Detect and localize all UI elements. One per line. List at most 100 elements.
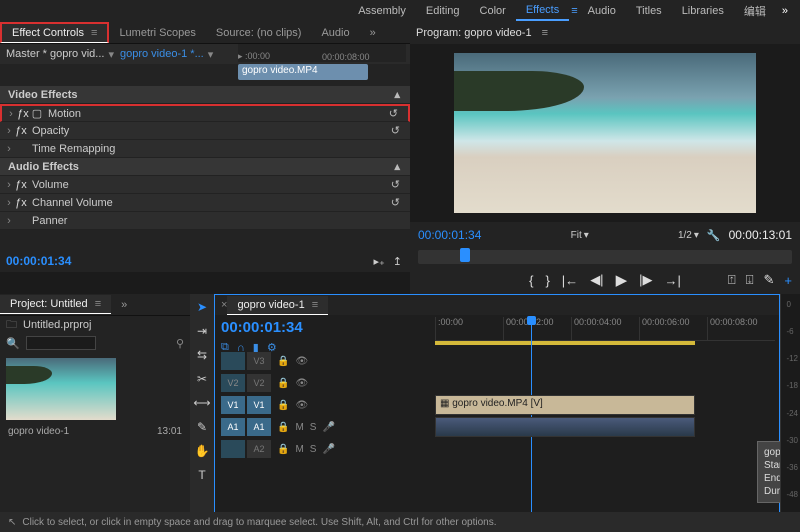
export-frame-icon[interactable]: ↥ — [393, 255, 402, 268]
slip-tool-icon[interactable]: ⟷ — [193, 394, 211, 412]
extract-icon[interactable]: ⍗ — [746, 272, 754, 288]
track-source-v2[interactable]: V2 — [221, 374, 245, 392]
track-target-v1[interactable]: V1 — [247, 396, 271, 414]
ripple-tool-icon[interactable]: ⇆ — [193, 346, 211, 364]
track-v1[interactable]: V1 V1 🔒👁 ▦ gopro video.MP4 [V] — [221, 395, 775, 415]
effect-opacity-row[interactable]: › ƒx Opacity ↺ — [0, 122, 410, 140]
twirl-icon[interactable]: › — [4, 215, 14, 227]
reset-icon[interactable]: ▴ — [394, 160, 400, 173]
panel-menu-icon[interactable]: ≡ — [95, 298, 101, 310]
workspace-editing[interactable]: Editing — [416, 2, 470, 20]
lock-icon[interactable]: 🔒 — [277, 378, 289, 389]
timeline-timecode[interactable]: 00:00:01:34 — [221, 319, 303, 336]
fx-badge-icon[interactable]: ƒx — [16, 108, 30, 120]
reset-icon[interactable]: ↺ — [389, 107, 398, 120]
track-target-a2[interactable]: A2 — [247, 440, 271, 458]
mark-in-icon[interactable]: { — [529, 273, 533, 288]
current-clip-name[interactable]: gopro video-1 *... — [120, 48, 204, 60]
ec-mini-timeline[interactable]: ▸ :00:00 00:00:08:00 — [238, 44, 406, 62]
playhead-handle[interactable] — [460, 248, 470, 262]
track-v3[interactable]: V3 🔒👁 — [221, 351, 775, 371]
tab-project[interactable]: Project: Untitled ≡ — [0, 295, 111, 314]
export-frame-icon[interactable]: ✎ — [764, 272, 775, 288]
workspace-effects[interactable]: Effects — [516, 1, 569, 21]
program-timecode[interactable]: 00:00:01:34 — [418, 228, 481, 242]
audio-clip[interactable] — [435, 417, 695, 437]
track-a1[interactable]: A1 A1 🔒MS🎤 — [221, 417, 775, 437]
type-tool-icon[interactable]: T — [193, 466, 211, 484]
track-v2[interactable]: V2 V2 🔒 👁 — [221, 373, 775, 393]
lock-icon[interactable]: 🔒 — [277, 400, 289, 411]
work-area-bar[interactable] — [435, 341, 695, 345]
workspace-titles[interactable]: Titles — [626, 2, 672, 20]
bin-icon[interactable]: 🗀 — [6, 316, 17, 335]
go-to-in-icon[interactable]: |← — [562, 273, 578, 288]
reset-icon[interactable]: ↺ — [391, 178, 400, 191]
master-clip-dropdown[interactable]: Master * gopro vid... — [6, 48, 104, 60]
track-a2[interactable]: A2 🔒MS🎤 — [221, 439, 775, 459]
fx-badge-icon[interactable]: ƒx — [14, 179, 28, 191]
reset-icon[interactable]: ↺ — [391, 196, 400, 209]
workspace-libraries[interactable]: Libraries — [672, 2, 734, 20]
search-icon[interactable]: 🔍 — [6, 337, 20, 350]
reset-icon[interactable]: ↺ — [391, 124, 400, 137]
mic-icon[interactable]: 🎤 — [322, 422, 334, 433]
workspace-color[interactable]: Color — [470, 2, 516, 20]
mic-icon[interactable]: 🎤 — [322, 444, 334, 455]
twirl-icon[interactable]: › — [4, 197, 14, 209]
track-select-tool-icon[interactable]: ⇥ — [193, 322, 211, 340]
fx-badge-icon[interactable]: ƒx — [14, 125, 28, 137]
mark-out-icon[interactable]: } — [545, 273, 549, 288]
workspace-overflow-icon[interactable]: » — [776, 5, 794, 17]
ec-timecode[interactable]: 00:00:01:34 — [6, 254, 71, 268]
resolution-dropdown[interactable]: 1/2 ▾ — [678, 230, 699, 241]
step-back-icon[interactable]: ◀| — [590, 272, 603, 288]
twirl-icon[interactable]: › — [4, 125, 14, 137]
program-monitor-view[interactable] — [410, 44, 800, 222]
tab-source[interactable]: Source: (no clips) — [206, 24, 312, 42]
effect-channel-volume-row[interactable]: › ƒx Channel Volume ↺ — [0, 194, 410, 212]
lift-icon[interactable]: ⍐ — [728, 272, 736, 288]
reset-icon[interactable]: ▴ — [394, 88, 400, 101]
eye-icon[interactable]: 👁 — [295, 378, 308, 389]
twirl-icon[interactable]: › — [6, 108, 16, 120]
eye-icon[interactable]: 👁 — [295, 400, 308, 411]
tab-effect-controls[interactable]: Effect Controls ≡ — [0, 22, 109, 43]
eye-icon[interactable]: 👁 — [295, 356, 308, 367]
settings-icon[interactable]: 🔧 — [707, 229, 721, 242]
hand-tool-icon[interactable]: ✋ — [193, 442, 211, 460]
timeline-ruler[interactable]: :00:00 00:00:02:00 00:00:04:00 00:00:06:… — [435, 317, 775, 341]
tab-lumetri-scopes[interactable]: Lumetri Scopes — [109, 24, 205, 42]
effect-time-remap-row[interactable]: › Time Remapping — [0, 140, 410, 158]
track-target-v2[interactable]: V2 — [247, 374, 271, 392]
toggle-animation-icon[interactable]: ▸₊ — [373, 255, 384, 268]
panel-menu-icon[interactable]: ≡ — [91, 27, 97, 39]
fit-dropdown[interactable]: Fit ▾ — [571, 230, 589, 241]
razor-tool-icon[interactable]: ✂ — [193, 370, 211, 388]
go-to-out-icon[interactable]: →| — [664, 273, 680, 288]
track-target-a1[interactable]: A1 — [247, 418, 271, 436]
project-overflow-icon[interactable]: » — [111, 296, 137, 314]
panel-menu-icon[interactable]: ≡ — [312, 299, 318, 311]
project-search-input[interactable] — [26, 336, 96, 350]
lock-icon[interactable]: 🔒 — [277, 356, 289, 367]
button-editor-icon[interactable]: + — [784, 273, 792, 288]
effect-panner-row[interactable]: › Panner — [0, 212, 410, 230]
tab-audio[interactable]: Audio — [311, 24, 359, 42]
effect-motion-row[interactable]: › ƒx ▢ Motion ↺ — [0, 104, 410, 122]
crop-icon[interactable]: ▢ — [30, 107, 44, 120]
pen-tool-icon[interactable]: ✎ — [193, 418, 211, 436]
sequence-tab[interactable]: gopro video-1 ≡ — [227, 296, 328, 315]
program-tab-label[interactable]: Program: gopro video-1 — [416, 27, 532, 39]
track-source-v1[interactable]: V1 — [221, 396, 245, 414]
step-forward-icon[interactable]: |▶ — [639, 272, 652, 288]
lock-icon[interactable]: 🔒 — [277, 444, 289, 455]
selection-tool-icon[interactable]: ➤ — [193, 298, 211, 316]
workspace-audio[interactable]: Audio — [578, 2, 626, 20]
effect-volume-row[interactable]: › ƒx Volume ↺ — [0, 176, 410, 194]
twirl-icon[interactable]: › — [4, 179, 14, 191]
track-source-a1[interactable]: A1 — [221, 418, 245, 436]
ec-clip-bar[interactable]: gopro video.MP4 — [238, 64, 368, 80]
program-scrub-bar[interactable] — [418, 250, 792, 264]
audio-meter[interactable]: 0 -6 -12 -18 -24 -30 -36 -48 dB — [780, 294, 800, 532]
